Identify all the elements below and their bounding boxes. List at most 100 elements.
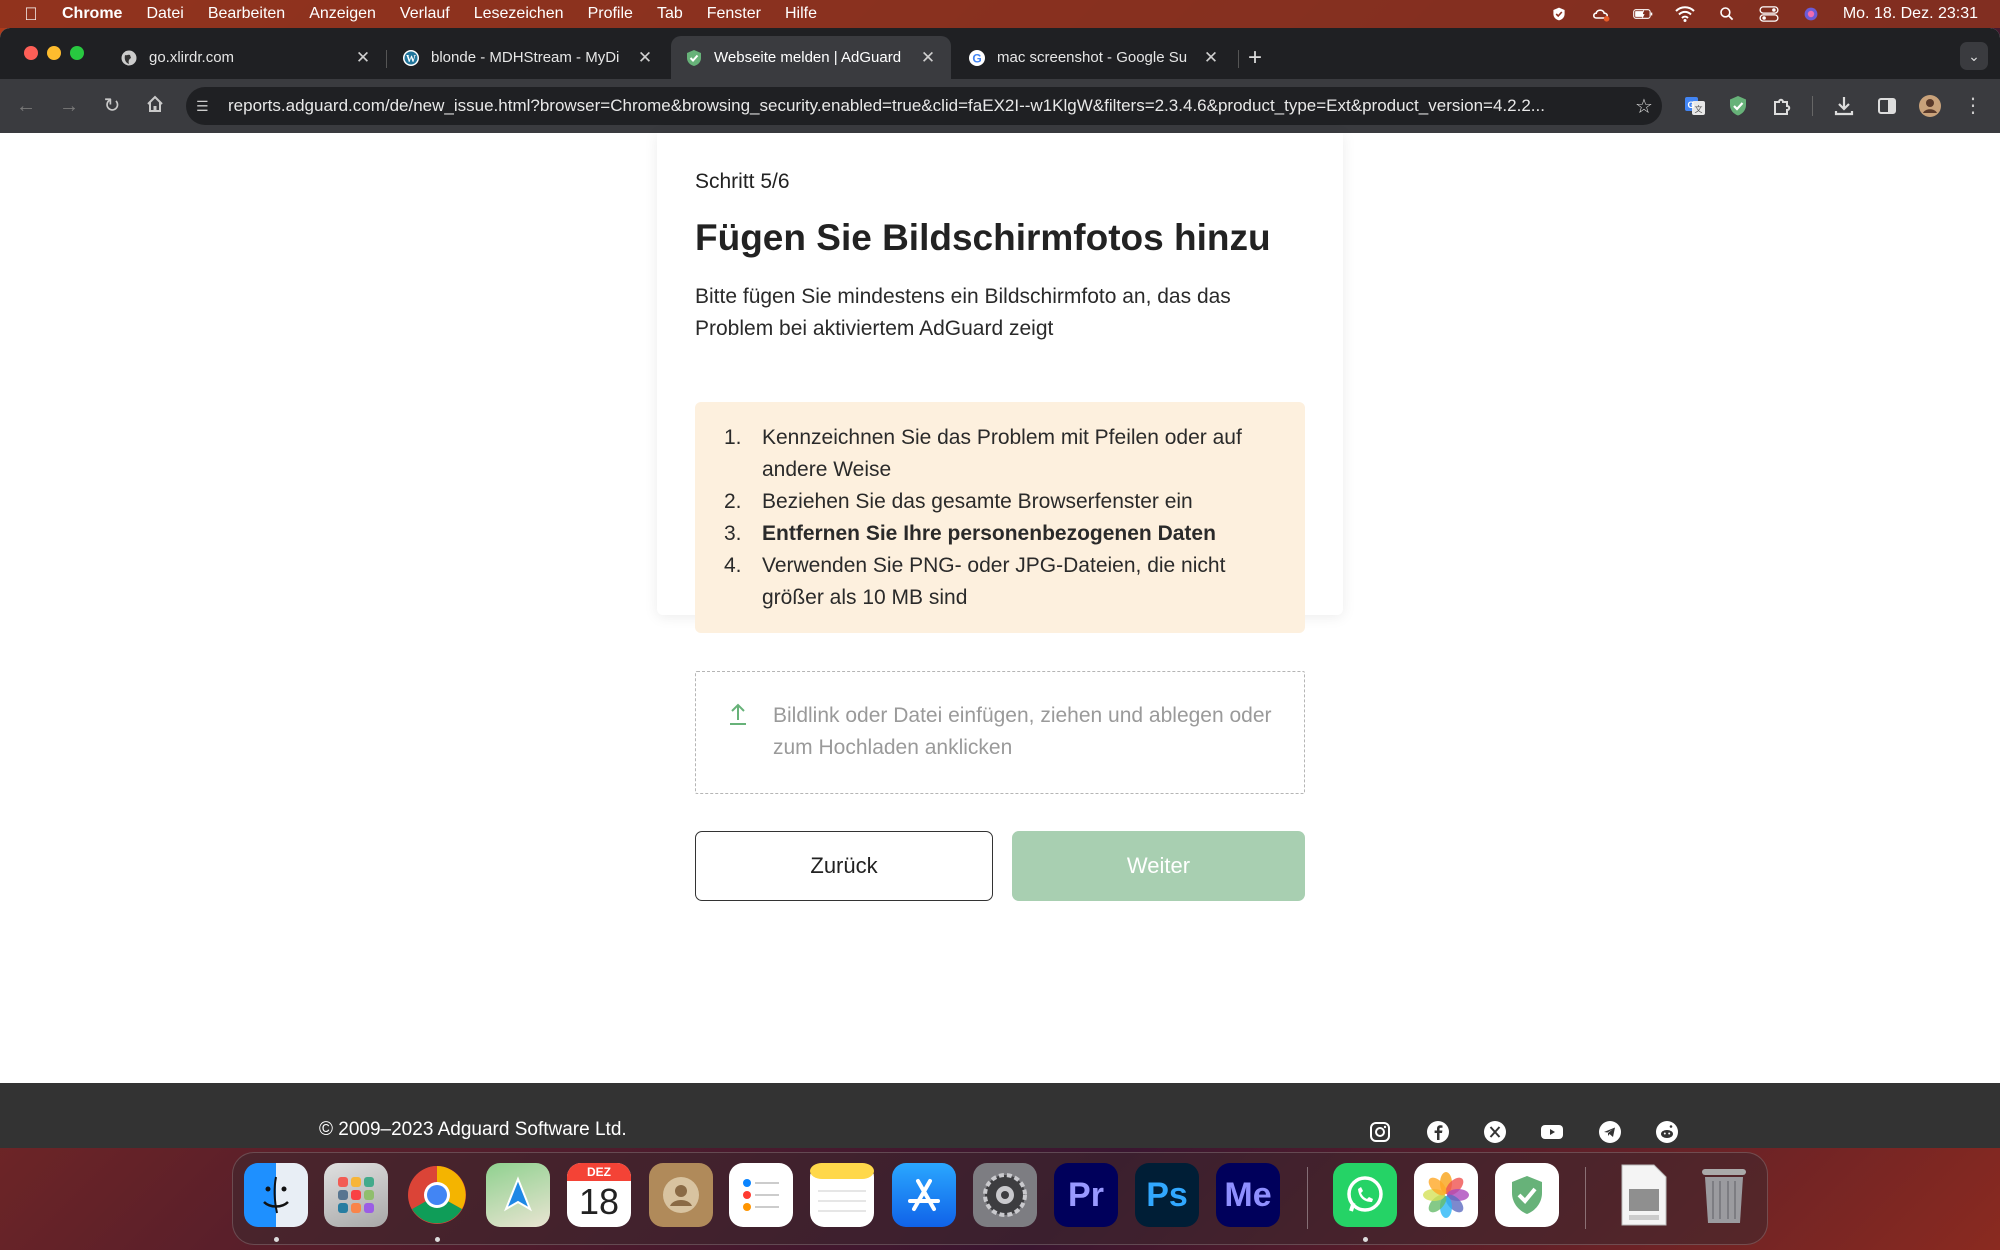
step-indicator: Schritt 5/6 xyxy=(695,170,790,193)
menu-tab[interactable]: Tab xyxy=(657,5,683,23)
maximize-window-button[interactable] xyxy=(70,46,84,60)
chrome-menu-kebab-icon[interactable]: ⋮ xyxy=(1961,94,1985,118)
creative-cloud-icon[interactable] xyxy=(1591,6,1611,22)
siri-icon[interactable] xyxy=(1801,6,1821,22)
forward-arrow-icon[interactable]: → xyxy=(57,94,81,118)
menubar-clock[interactable]: Mo. 18. Dez. 23:31 xyxy=(1843,5,1978,23)
svg-text:G: G xyxy=(972,51,981,65)
running-indicator xyxy=(274,1237,279,1242)
menu-hilfe[interactable]: Hilfe xyxy=(785,5,817,23)
tab-separator xyxy=(1238,50,1239,68)
tab-title: go.xlirdr.com xyxy=(149,49,235,66)
tab-close-icon[interactable]: ✕ xyxy=(919,48,937,68)
list-text: Entfernen Sie Ihre personenbezogenen Dat… xyxy=(762,522,1216,545)
facebook-icon[interactable] xyxy=(1426,1120,1450,1144)
whatsapp-app-icon[interactable] xyxy=(1333,1163,1397,1227)
list-text: Kennzeichnen Sie das Problem mit Pfeilen… xyxy=(762,426,1242,481)
tab-close-icon[interactable]: ✕ xyxy=(636,48,654,68)
web-page: Schritt 5/6 Fügen Sie Bildschirmfotos hi… xyxy=(0,133,2000,1148)
menu-bearbeiten[interactable]: Bearbeiten xyxy=(208,5,285,23)
menu-profile[interactable]: Profile xyxy=(588,5,633,23)
next-button[interactable]: Weiter xyxy=(1012,831,1305,901)
notes-app-icon[interactable] xyxy=(810,1163,874,1227)
instagram-icon[interactable] xyxy=(1368,1120,1392,1144)
screenshot-upload-dropzone[interactable]: Bildlink oder Datei einfügen, ziehen und… xyxy=(695,671,1305,794)
tab-adguard-report[interactable]: Webseite melden | AdGuard ✕ xyxy=(671,36,951,79)
menu-app-chrome[interactable]: Chrome xyxy=(62,5,122,23)
adguard-extension-icon[interactable] xyxy=(1726,94,1750,118)
trash-icon[interactable] xyxy=(1692,1163,1756,1227)
tab-title: blonde - MDHStream - MyDi xyxy=(431,49,620,66)
site-settings-icon[interactable]: ☰ xyxy=(196,98,216,115)
maps-app-icon[interactable] xyxy=(486,1163,550,1227)
youtube-icon[interactable] xyxy=(1540,1120,1564,1144)
reddit-icon[interactable] xyxy=(1655,1120,1679,1144)
tab-search-chevron-icon[interactable]: ⌄ xyxy=(1960,42,1988,70)
page-subtitle: Bitte fügen Sie mindestens ein Bildschir… xyxy=(695,285,1231,340)
reminders-app-icon[interactable] xyxy=(729,1163,793,1227)
home-icon[interactable] xyxy=(143,94,167,118)
x-icon[interactable] xyxy=(1483,1120,1507,1144)
address-bar[interactable]: ☰ reports.adguard.com/de/new_issue.html?… xyxy=(186,87,1662,125)
photos-app-icon[interactable] xyxy=(1414,1163,1478,1227)
preview-file-icon[interactable] xyxy=(1611,1163,1675,1227)
tab-mdhstream[interactable]: W blonde - MDHStream - MyDi ✕ xyxy=(388,36,668,79)
new-tab-plus-icon[interactable]: + xyxy=(1248,44,1262,72)
list-item: 4. Verwenden Sie PNG- oder JPG-Dateien, … xyxy=(724,550,1275,614)
tab-close-icon[interactable]: ✕ xyxy=(1202,48,1220,68)
premiere-pro-app-icon[interactable]: Pr xyxy=(1054,1163,1118,1227)
menu-anzeigen[interactable]: Anzeigen xyxy=(309,5,376,23)
svg-text:G: G xyxy=(1687,100,1694,110)
launchpad-app-icon[interactable] xyxy=(324,1163,388,1227)
extensions-puzzle-icon[interactable] xyxy=(1770,94,1794,118)
download-icon[interactable] xyxy=(1832,94,1856,118)
chrome-app-icon[interactable] xyxy=(405,1163,469,1227)
calendar-month: DEZ xyxy=(567,1163,631,1181)
calendar-app-icon[interactable]: DEZ 18 xyxy=(567,1163,631,1227)
menu-verlauf[interactable]: Verlauf xyxy=(400,5,450,23)
page-title: Fügen Sie Bildschirmfotos hinzu xyxy=(695,217,1271,258)
list-number: 3. xyxy=(724,522,742,545)
side-panel-icon[interactable] xyxy=(1875,94,1899,118)
back-arrow-icon[interactable]: ← xyxy=(14,94,38,118)
adguard-status-icon[interactable] xyxy=(1549,6,1569,22)
tab-close-icon[interactable]: ✕ xyxy=(354,48,372,68)
bookmark-star-icon[interactable]: ☆ xyxy=(1626,94,1662,119)
menu-datei[interactable]: Datei xyxy=(146,5,183,23)
reload-icon[interactable]: ↻ xyxy=(100,94,124,118)
close-window-button[interactable] xyxy=(24,46,38,60)
wifi-icon[interactable] xyxy=(1675,6,1695,22)
control-center-icon[interactable] xyxy=(1759,6,1779,22)
system-settings-app-icon[interactable] xyxy=(973,1163,1037,1227)
app-store-app-icon[interactable] xyxy=(892,1163,956,1227)
url-text[interactable]: reports.adguard.com/de/new_issue.html?br… xyxy=(228,96,1626,116)
finder-app-icon[interactable] xyxy=(244,1163,308,1227)
page-footer: © 2009–2023 Adguard Software Ltd. xyxy=(0,1083,2000,1148)
menu-lesezeichen[interactable]: Lesezeichen xyxy=(474,5,564,23)
tab-go-xlirdr[interactable]: go.xlirdr.com ✕ xyxy=(106,36,386,79)
media-encoder-app-icon[interactable]: Me xyxy=(1216,1163,1280,1227)
svg-text:W: W xyxy=(406,54,416,65)
battery-icon[interactable] xyxy=(1632,6,1653,22)
list-number: 1. xyxy=(724,426,742,449)
photoshop-app-icon[interactable]: Ps xyxy=(1135,1163,1199,1227)
back-button[interactable]: Zurück xyxy=(695,831,993,901)
contacts-app-icon[interactable] xyxy=(649,1163,713,1227)
dock-separator xyxy=(1307,1167,1308,1229)
tab-google-search[interactable]: G mac screenshot - Google Su ✕ xyxy=(954,36,1234,79)
telegram-icon[interactable] xyxy=(1598,1120,1622,1144)
report-form-card: Schritt 5/6 Fügen Sie Bildschirmfotos hi… xyxy=(657,133,1343,901)
profile-avatar-icon[interactable] xyxy=(1918,94,1942,118)
adguard-app-icon[interactable] xyxy=(1495,1163,1559,1227)
calendar-day: 18 xyxy=(578,1181,620,1222)
apple-icon[interactable]:  xyxy=(0,4,62,25)
list-item: 1. Kennzeichnen Sie das Problem mit Pfei… xyxy=(724,422,1275,486)
list-item: 3. Entfernen Sie Ihre personenbezogenen … xyxy=(724,518,1275,550)
browser-toolbar: ← → ↻ ☰ reports.adguard.com/de/new_issue… xyxy=(0,79,2000,133)
google-translate-extension-icon[interactable]: G文 xyxy=(1683,94,1707,118)
dock-separator xyxy=(1585,1167,1586,1229)
minimize-window-button[interactable] xyxy=(47,46,61,60)
toolbar-divider xyxy=(1812,96,1813,116)
menu-fenster[interactable]: Fenster xyxy=(707,5,761,23)
spotlight-search-icon[interactable] xyxy=(1717,6,1737,22)
